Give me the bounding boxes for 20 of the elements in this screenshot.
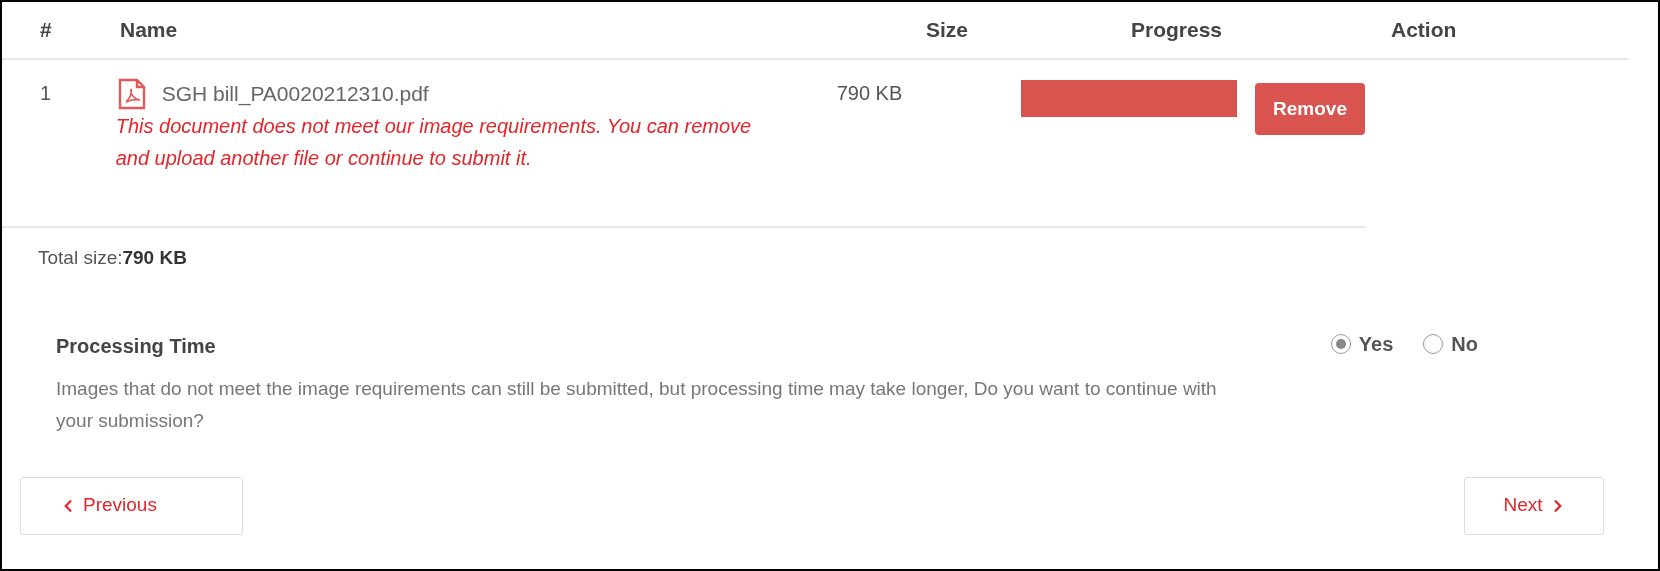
row-number: 1 — [40, 82, 52, 104]
radio-button[interactable] — [1423, 333, 1444, 354]
file-name: SGH bill_PA0020212310.pdf — [161, 81, 429, 108]
column-header: # — [40, 18, 52, 42]
section-description: Images that do not meet the image requirements can still be submitted, but processing time may take longer, Do you want to continue with your submission? — [56, 376, 1218, 433]
column-header: Size — [926, 18, 969, 42]
total-size-label: Total size: — [38, 247, 123, 268]
radio-option[interactable]: No — [1423, 330, 1478, 357]
radio-option[interactable]: Yes — [1330, 330, 1394, 357]
previous-button[interactable]: Previous — [20, 476, 243, 535]
column-header: Action — [1391, 18, 1457, 42]
next-button[interactable]: Next — [1464, 476, 1604, 535]
section-title: Processing Time — [56, 333, 217, 359]
remove-button[interactable]: Remove — [1255, 83, 1365, 135]
file-size: 790 KB — [836, 82, 903, 104]
error-message: This document does not meet our image requirements. You can remove and upload another file or continue to submit it. — [115, 114, 753, 171]
radio-button[interactable] — [1330, 333, 1351, 354]
column-header: Progress — [1131, 18, 1223, 42]
total-size-value: 790 KB — [122, 247, 187, 268]
column-header: Name — [120, 18, 178, 42]
